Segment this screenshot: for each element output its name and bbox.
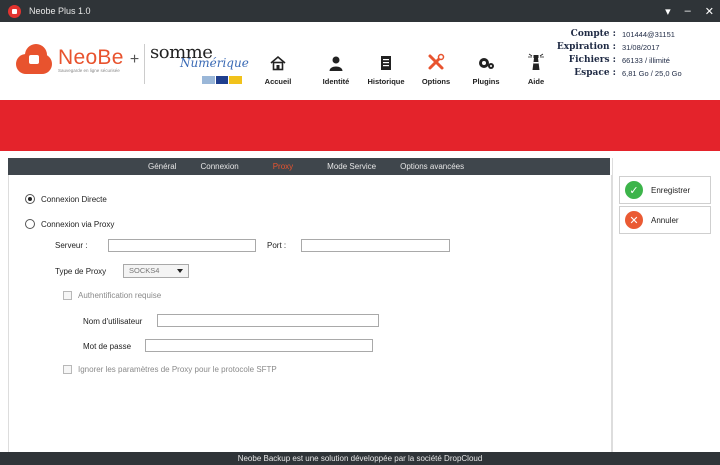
somme-numerique-logo: somme Numérique bbox=[150, 40, 250, 88]
nav-aide-label: Aide bbox=[527, 77, 545, 86]
radio-selected-icon bbox=[25, 194, 35, 204]
chevron-down-icon bbox=[177, 269, 183, 273]
lighthouse-icon bbox=[528, 53, 544, 70]
home-icon bbox=[270, 55, 286, 71]
title-bar: Neobe Plus 1.0 ▾ – ✕ bbox=[0, 0, 720, 22]
type-proxy-select[interactable]: SOCKS4 bbox=[123, 264, 189, 278]
tools-icon bbox=[428, 53, 445, 70]
cancel-button[interactable]: ✕ Annuler bbox=[619, 206, 711, 234]
main-nav: Accueil Identité Historique Options Plug… bbox=[253, 42, 561, 92]
proxy-panel: Connexion Directe Connexion via Proxy Se… bbox=[8, 175, 612, 452]
nav-historique[interactable]: Historique bbox=[361, 42, 411, 92]
password-label: Mot de passe bbox=[83, 342, 132, 351]
type-proxy-label: Type de Proxy bbox=[55, 267, 107, 276]
espace-value: 6,81 Go / 25,0 Go bbox=[622, 69, 682, 78]
nav-accueil[interactable]: Accueil bbox=[253, 42, 303, 92]
neobe-logo: NeoBe + Sauvegarde en ligne sécurisée bbox=[16, 44, 140, 74]
tab-proxy[interactable]: Proxy bbox=[251, 158, 315, 175]
type-proxy-value: SOCKS4 bbox=[129, 266, 160, 275]
cancel-label: Annuler bbox=[651, 215, 679, 225]
radio-unselected-icon bbox=[25, 219, 35, 229]
tab-connexion[interactable]: Connexion bbox=[188, 158, 250, 175]
radio-connexion-proxy[interactable]: Connexion via Proxy bbox=[25, 219, 114, 229]
auth-checkbox[interactable]: Authentification requise bbox=[63, 291, 161, 300]
nav-identite[interactable]: Identité bbox=[311, 42, 361, 92]
user-icon bbox=[329, 56, 343, 71]
serveur-input[interactable] bbox=[108, 239, 256, 252]
app-icon bbox=[8, 4, 21, 18]
expiration-value: 31/08/2017 bbox=[622, 43, 660, 52]
username-input[interactable] bbox=[157, 314, 379, 327]
compte-label: Compte : bbox=[570, 29, 616, 39]
gears-icon bbox=[479, 58, 494, 69]
nav-plugins[interactable]: Plugins bbox=[461, 42, 511, 92]
options-tabs: Général Connexion Proxy Mode Service Opt… bbox=[8, 158, 610, 175]
document-icon bbox=[381, 56, 391, 70]
espace-label: Espace : bbox=[574, 68, 616, 78]
red-banner bbox=[0, 100, 720, 151]
cancel-icon: ✕ bbox=[625, 211, 643, 229]
nav-options-label: Options bbox=[421, 77, 451, 86]
tab-options-avancees[interactable]: Options avancées bbox=[388, 158, 476, 175]
fichiers-value: 66133 / illimité bbox=[622, 56, 670, 65]
header: NeoBe + Sauvegarde en ligne sécurisée so… bbox=[0, 22, 720, 100]
sftp-checkbox[interactable]: Ignorer les paramètres de Proxy pour le … bbox=[63, 365, 277, 374]
sftp-label: Ignorer les paramètres de Proxy pour le … bbox=[78, 365, 277, 374]
tab-general[interactable]: Général bbox=[136, 158, 188, 175]
header-divider bbox=[144, 44, 145, 84]
nav-historique-label: Historique bbox=[367, 77, 405, 86]
eu-flags-icon bbox=[202, 76, 243, 84]
account-info: Compte : 101444@31151 Expiration : 31/08/2… bbox=[557, 28, 708, 80]
tab-mode-service[interactable]: Mode Service bbox=[315, 158, 388, 175]
radio-proxy-label: Connexion via Proxy bbox=[41, 219, 115, 229]
checkbox-icon bbox=[63, 291, 72, 300]
nav-aide[interactable]: Aide bbox=[511, 42, 561, 92]
nav-options[interactable]: Options bbox=[411, 42, 461, 92]
cloud-lock-icon bbox=[16, 44, 52, 74]
fichiers-label: Fichiers : bbox=[568, 55, 616, 65]
close-icon[interactable]: ✕ bbox=[705, 5, 714, 18]
nav-identite-label: Identité bbox=[322, 77, 350, 86]
check-icon: ✓ bbox=[625, 181, 643, 199]
radio-connexion-directe[interactable]: Connexion Directe bbox=[25, 194, 107, 204]
window-title: Neobe Plus 1.0 bbox=[29, 6, 91, 16]
logo-brand: NeoBe bbox=[58, 45, 124, 69]
logo-plus: + bbox=[129, 50, 140, 68]
dropdown-icon[interactable]: ▾ bbox=[665, 5, 671, 18]
footer: Neobe Backup est une solution développée… bbox=[0, 452, 720, 465]
minimize-icon[interactable]: – bbox=[685, 5, 691, 17]
action-panel: ✓ Enregistrer ✕ Annuler bbox=[612, 158, 720, 452]
port-label: Port : bbox=[267, 241, 287, 250]
nav-plugins-label: Plugins bbox=[472, 77, 500, 86]
compte-value: 101444@31151 bbox=[622, 30, 675, 39]
auth-label: Authentification requise bbox=[78, 291, 162, 300]
serveur-label: Serveur : bbox=[55, 241, 88, 250]
window-controls: ▾ – ✕ bbox=[665, 0, 714, 22]
save-label: Enregistrer bbox=[651, 185, 691, 195]
radio-directe-label: Connexion Directe bbox=[41, 194, 107, 204]
username-label: Nom d'utilisateur bbox=[83, 317, 143, 326]
save-button[interactable]: ✓ Enregistrer bbox=[619, 176, 711, 204]
expiration-label: Expiration : bbox=[556, 42, 616, 52]
port-input[interactable] bbox=[301, 239, 450, 252]
nav-accueil-label: Accueil bbox=[264, 77, 292, 86]
password-input[interactable] bbox=[145, 339, 373, 352]
partner-line2: Numérique bbox=[180, 56, 249, 70]
checkbox-icon bbox=[63, 365, 72, 374]
